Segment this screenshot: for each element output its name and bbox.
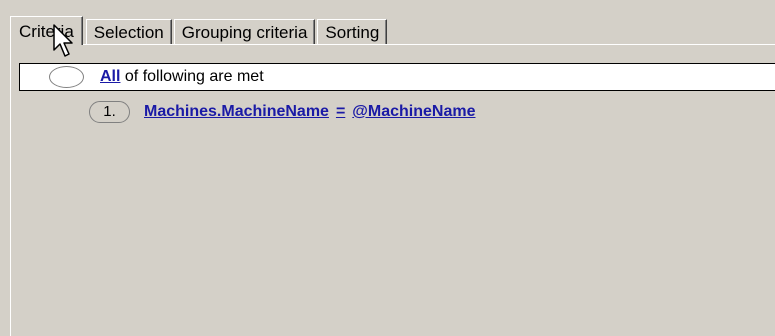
- root-group-toggle[interactable]: [49, 66, 84, 88]
- condition-field-link[interactable]: Machines.MachineName: [144, 103, 329, 120]
- tab-sorting-label: Sorting: [325, 23, 380, 42]
- condition-value-link[interactable]: @MachineName: [352, 103, 475, 120]
- tab-selection[interactable]: Selection: [85, 19, 172, 45]
- tab-selection-label: Selection: [93, 23, 164, 42]
- condition-number-badge[interactable]: 1.: [89, 100, 130, 123]
- quantifier-link[interactable]: All: [100, 68, 120, 85]
- mouse-pointer-icon: [53, 24, 73, 57]
- tab-grouping-criteria[interactable]: Grouping criteria: [173, 19, 316, 45]
- root-criteria-row[interactable]: All of following are met: [19, 63, 775, 91]
- root-criteria-text: All of following are met: [100, 64, 264, 90]
- tab-grouping-criteria-label: Grouping criteria: [181, 23, 308, 42]
- criteria-panel: All of following are met 1. Machines.Mach…: [10, 45, 775, 336]
- condition-row[interactable]: 1. Machines.MachineName = @MachineName: [89, 99, 476, 125]
- root-criteria-suffix: of following are met: [120, 68, 264, 85]
- tab-sorting[interactable]: Sorting: [317, 19, 388, 45]
- criteria-editor: Criteria Selection Grouping criteria Sor…: [0, 0, 775, 336]
- condition-operator-link[interactable]: =: [336, 103, 345, 120]
